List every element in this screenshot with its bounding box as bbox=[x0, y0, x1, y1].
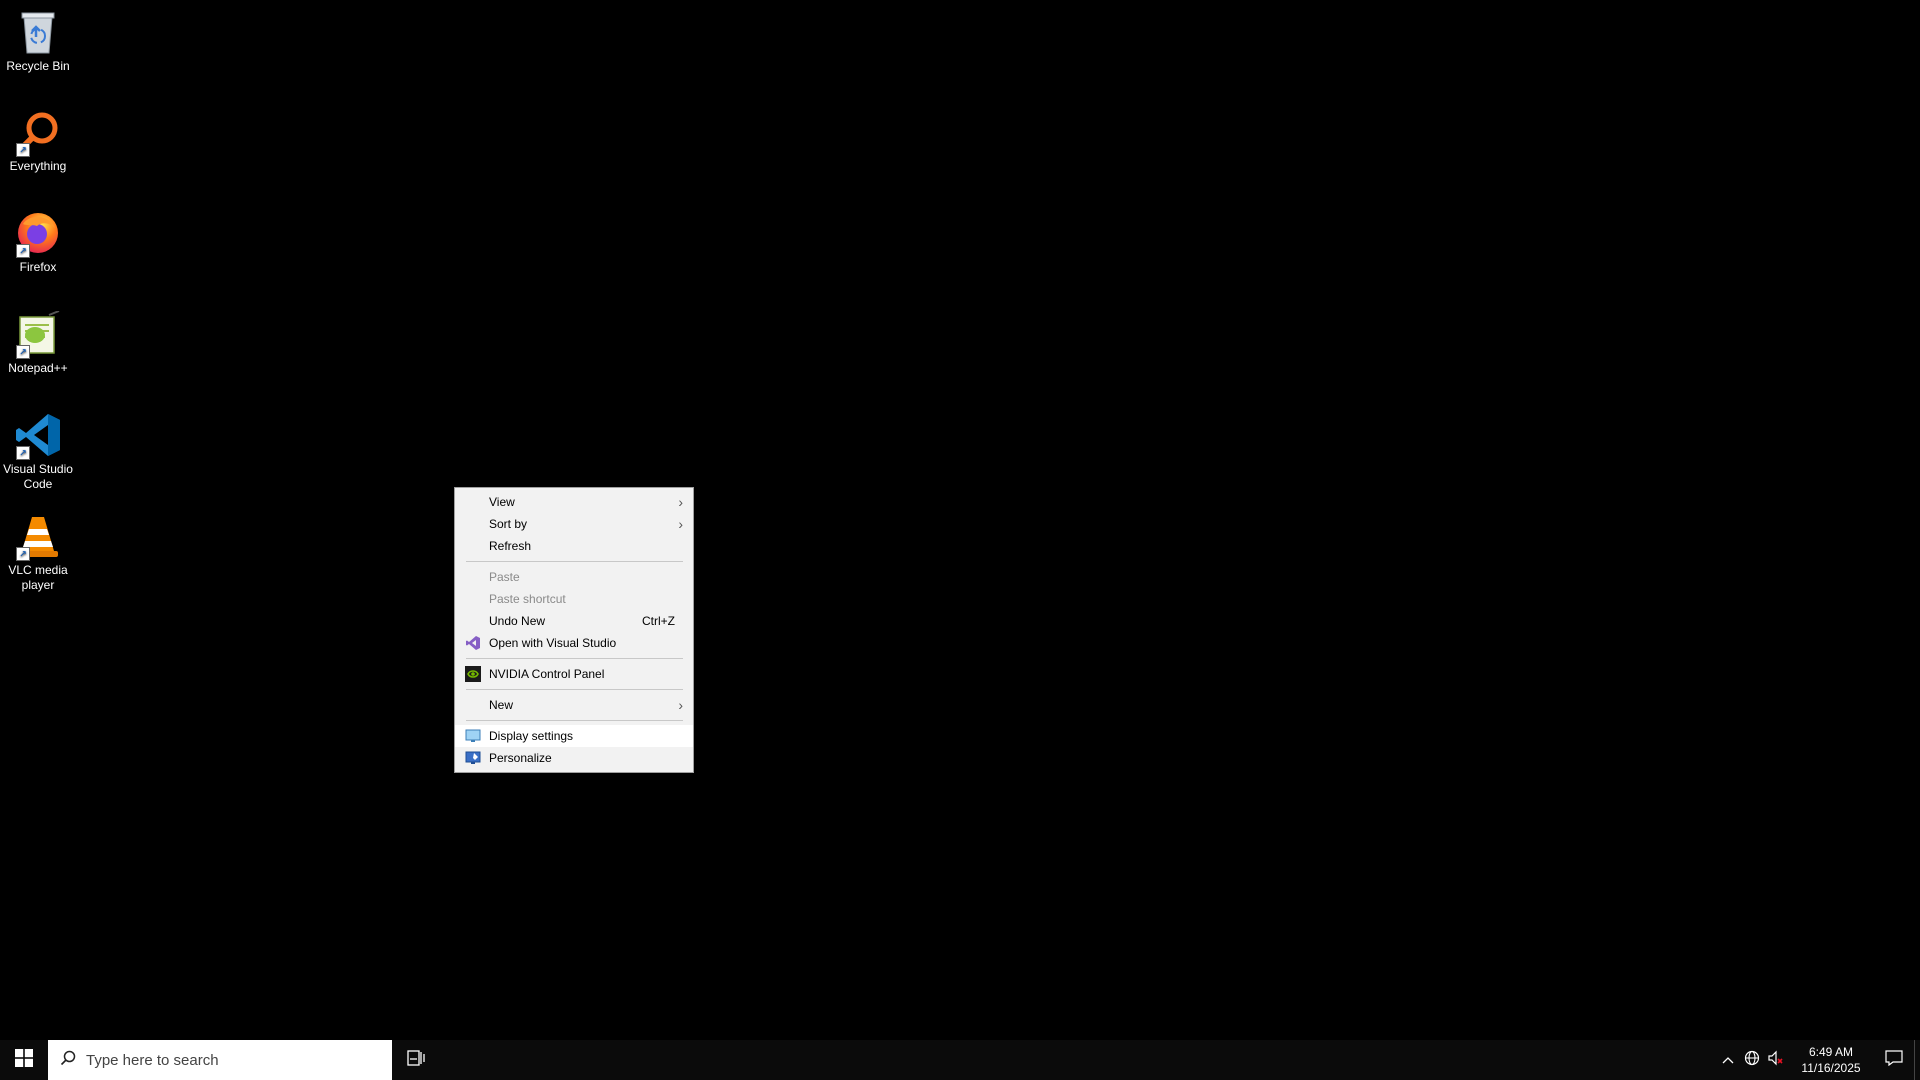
menu-item-label: NVIDIA Control Panel bbox=[489, 667, 605, 681]
menu-item-personalize[interactable]: Personalize bbox=[455, 747, 693, 769]
clock-time: 6:49 AM bbox=[1808, 1045, 1854, 1059]
desktop-icon-label: Visual Studio Code bbox=[3, 462, 73, 491]
menu-item-sort-by[interactable]: Sort by › bbox=[455, 513, 693, 535]
personalize-icon bbox=[465, 750, 481, 766]
menu-item-label: Undo New bbox=[489, 614, 546, 628]
search-icon bbox=[60, 1050, 76, 1071]
chevron-right-icon: › bbox=[678, 697, 683, 713]
menu-separator bbox=[466, 689, 683, 690]
display-icon bbox=[465, 728, 481, 744]
taskbar: Type here to search 6:49 AM 11/16/2025 bbox=[0, 1040, 1920, 1080]
taskbar-clock[interactable]: 6:49 AM 11/16/2025 bbox=[1792, 1044, 1870, 1076]
task-view-icon bbox=[407, 1049, 425, 1071]
taskbar-search-box[interactable]: Type here to search bbox=[48, 1040, 392, 1080]
show-hidden-icons-button[interactable] bbox=[1716, 1040, 1740, 1080]
desktop-icon-everything[interactable]: ↗ Everything bbox=[2, 108, 74, 174]
menu-item-open-with-visual-studio[interactable]: Open with Visual Studio bbox=[455, 632, 693, 654]
globe-icon bbox=[1744, 1050, 1760, 1071]
vscode-icon: ↗ bbox=[14, 411, 62, 460]
desktop-icon-vscode[interactable]: ↗ Visual Studio Code bbox=[2, 411, 74, 492]
menu-item-label: Paste bbox=[489, 570, 520, 584]
menu-item-label: Open with Visual Studio bbox=[489, 636, 617, 650]
recycle-bin-icon bbox=[14, 8, 62, 56]
desktop-icon-label: Notepad++ bbox=[8, 361, 68, 375]
menu-item-refresh[interactable]: Refresh bbox=[455, 535, 693, 557]
menu-item-label: Sort by bbox=[489, 517, 528, 531]
notification-icon bbox=[1885, 1049, 1903, 1071]
chevron-right-icon: › bbox=[678, 516, 683, 532]
action-center-button[interactable] bbox=[1874, 1040, 1914, 1080]
vlc-icon: ↗ bbox=[14, 512, 62, 561]
menu-item-label: New bbox=[489, 698, 514, 712]
firefox-icon: ↗ bbox=[14, 209, 62, 258]
shortcut-arrow-icon: ↗ bbox=[16, 345, 30, 359]
menu-item-display-settings[interactable]: Display settings bbox=[455, 725, 693, 747]
menu-item-undo-new[interactable]: Undo New Ctrl+Z bbox=[455, 610, 693, 632]
clock-date: 11/16/2025 bbox=[1801, 1061, 1861, 1075]
menu-item-label: Display settings bbox=[489, 729, 574, 743]
system-tray: 6:49 AM 11/16/2025 bbox=[1716, 1040, 1920, 1080]
menu-item-label: Personalize bbox=[489, 751, 552, 765]
desktop-icon-label: Everything bbox=[9, 159, 67, 173]
show-desktop-button[interactable] bbox=[1914, 1040, 1920, 1080]
menu-separator bbox=[466, 720, 683, 721]
desktop-icon-notepad-plus-plus[interactable]: ↗ Notepad++ bbox=[2, 310, 74, 376]
menu-item-paste-shortcut: Paste shortcut bbox=[455, 588, 693, 610]
menu-item-shortcut: Ctrl+Z bbox=[642, 614, 675, 628]
menu-item-paste: Paste bbox=[455, 566, 693, 588]
chevron-up-icon bbox=[1722, 1051, 1734, 1069]
search-placeholder: Type here to search bbox=[86, 1051, 219, 1069]
shortcut-arrow-icon: ↗ bbox=[16, 244, 30, 258]
desktop-icon-label: Recycle Bin bbox=[6, 59, 70, 73]
desktop-icon-label: Firefox bbox=[19, 260, 57, 274]
menu-item-label: View bbox=[489, 495, 515, 509]
volume-button[interactable] bbox=[1764, 1040, 1788, 1080]
network-button[interactable] bbox=[1740, 1040, 1764, 1080]
desktop[interactable]: Recycle Bin ↗ Everything ↗ Firefox ↗ Not… bbox=[0, 0, 1920, 1040]
windows-logo-icon bbox=[15, 1048, 33, 1072]
shortcut-arrow-icon: ↗ bbox=[16, 547, 30, 561]
task-view-button[interactable] bbox=[392, 1040, 440, 1080]
menu-item-label: Refresh bbox=[489, 539, 532, 553]
everything-search-icon: ↗ bbox=[14, 108, 62, 157]
menu-separator bbox=[466, 658, 683, 659]
desktop-context-menu: View › Sort by › Refresh Paste Paste sho… bbox=[454, 487, 694, 773]
notepad-plus-plus-icon: ↗ bbox=[14, 310, 62, 359]
desktop-icon-vlc[interactable]: ↗ VLC media player bbox=[2, 512, 74, 593]
menu-item-label: Paste shortcut bbox=[489, 592, 566, 606]
shortcut-arrow-icon: ↗ bbox=[16, 446, 30, 460]
desktop-icon-recycle-bin[interactable]: Recycle Bin bbox=[2, 8, 74, 74]
menu-item-view[interactable]: View › bbox=[455, 491, 693, 513]
menu-item-new[interactable]: New › bbox=[455, 694, 693, 716]
desktop-icon-firefox[interactable]: ↗ Firefox bbox=[2, 209, 74, 275]
nvidia-icon bbox=[465, 666, 481, 682]
shortcut-arrow-icon: ↗ bbox=[16, 143, 30, 157]
menu-item-nvidia-control-panel[interactable]: NVIDIA Control Panel bbox=[455, 663, 693, 685]
start-button[interactable] bbox=[0, 1040, 48, 1080]
menu-separator bbox=[466, 561, 683, 562]
visual-studio-icon bbox=[465, 635, 481, 651]
chevron-right-icon: › bbox=[678, 494, 683, 510]
desktop-icon-label: VLC media player bbox=[8, 563, 68, 592]
speaker-muted-icon bbox=[1768, 1050, 1784, 1071]
